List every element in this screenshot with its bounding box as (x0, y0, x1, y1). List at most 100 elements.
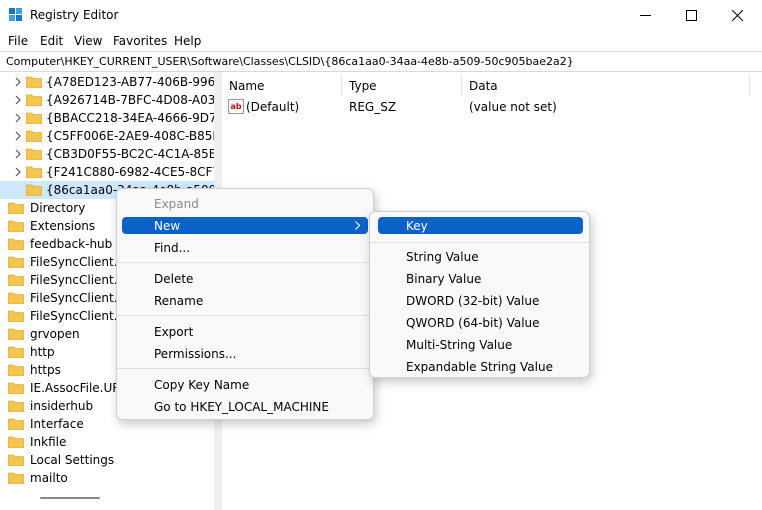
column-header-data[interactable]: Data (469, 79, 498, 93)
chevron-right-icon[interactable] (14, 95, 22, 105)
folder-icon (26, 130, 42, 142)
tree-item-label: {F241C880-6982-4CE5-8CF7- (46, 165, 214, 179)
menu-item-goto-hklm[interactable]: Go to HKEY_LOCAL_MACHINE (122, 398, 368, 415)
address-path[interactable]: Computer\HKEY_CURRENT_USER\Software\Clas… (6, 55, 574, 68)
folder-icon (8, 310, 24, 322)
folder-icon (8, 436, 24, 448)
close-button[interactable] (714, 0, 760, 31)
minimize-button[interactable] (622, 0, 668, 31)
tree-item-label: insiderhub (30, 399, 94, 413)
folder-icon (8, 472, 24, 484)
menu-bar: File Edit View Favorites Help (0, 31, 762, 51)
submenu-item-dword-value[interactable]: DWORD (32-bit) Value (378, 292, 583, 309)
menu-item-export[interactable]: Export (122, 323, 368, 340)
menu-edit[interactable]: Edit (40, 34, 63, 48)
tree-item[interactable]: Local Settings (0, 451, 214, 469)
menu-separator (117, 368, 373, 369)
tree-item[interactable]: {A926714B-7BFC-4D08-A035- (0, 91, 214, 109)
menu-item-rename[interactable]: Rename (122, 292, 368, 309)
folder-icon (8, 274, 24, 286)
menu-favorites[interactable]: Favorites (113, 34, 167, 48)
menu-item-copy-key-name[interactable]: Copy Key Name (122, 376, 368, 393)
tree-item-label: feedback-hub (30, 237, 113, 251)
close-icon (731, 10, 743, 21)
tree-item-label: mailto (30, 471, 68, 485)
tree-item-label: {BBACC218-34EA-4666-9D7A (46, 111, 214, 125)
tree-item-label: FileSyncClient.Fi (30, 309, 127, 323)
column-header-name[interactable]: Name (229, 79, 264, 93)
minimize-icon (639, 15, 651, 16)
tree-item-label: Inkfile (30, 435, 67, 449)
folder-icon (8, 328, 24, 340)
tree-item-label: https (30, 363, 61, 377)
menu-file[interactable]: File (8, 34, 28, 48)
tree-item[interactable]: mailto (0, 469, 214, 487)
tree-item-label: FileSyncClient.Fi (30, 291, 127, 305)
folder-icon (8, 454, 24, 466)
menu-help[interactable]: Help (174, 34, 201, 48)
menu-separator (117, 315, 373, 316)
tree-item-label: Directory (30, 201, 86, 215)
column-divider[interactable] (461, 74, 462, 96)
tree-item-label: {CB3D0F55-BC2C-4C1A-85ED (46, 147, 214, 161)
horizontal-scrollbar[interactable] (40, 497, 100, 499)
tree-item-label: {A926714B-7BFC-4D08-A035- (46, 93, 214, 107)
chevron-right-icon[interactable] (14, 167, 22, 177)
title-bar: Registry Editor (0, 0, 762, 31)
chevron-right-icon[interactable] (14, 131, 22, 141)
tree-item[interactable]: {BBACC218-34EA-4666-9D7A (0, 109, 214, 127)
menu-item-expand[interactable]: Expand (122, 195, 368, 212)
tree-item-label: {C5FF006E-2AE9-408C-B85B- (46, 129, 214, 143)
ab-string-icon: ab (228, 99, 244, 114)
address-bar[interactable]: Computer\HKEY_CURRENT_USER\Software\Clas… (0, 51, 762, 72)
menu-item-delete[interactable]: Delete (122, 270, 368, 287)
value-name: (Default) (246, 100, 300, 114)
tree-item[interactable]: {CB3D0F55-BC2C-4C1A-85ED (0, 145, 214, 163)
submenu-item-qword-value[interactable]: QWORD (64-bit) Value (378, 314, 583, 331)
submenu-item-binary-value[interactable]: Binary Value (378, 270, 583, 287)
menu-item-find[interactable]: Find... (122, 239, 368, 256)
tree-item-label: Extensions (30, 219, 96, 233)
menu-separator (117, 262, 373, 263)
folder-icon (8, 364, 24, 376)
folder-icon (8, 238, 24, 250)
folder-icon (8, 292, 24, 304)
tree-item[interactable]: {A78ED123-AB77-406B-9962- (0, 73, 214, 91)
chevron-right-icon[interactable] (14, 113, 22, 123)
submenu-item-multi-string-value[interactable]: Multi-String Value (378, 336, 583, 353)
context-menu: Expand New Find... Delete Rename Export … (116, 188, 374, 420)
maximize-button[interactable] (668, 0, 714, 31)
tree-item[interactable]: {F241C880-6982-4CE5-8CF7- (0, 163, 214, 181)
folder-icon (26, 112, 42, 124)
folder-icon (26, 166, 42, 178)
column-header-type[interactable]: Type (349, 79, 377, 93)
tree-item-label: {A78ED123-AB77-406B-9962- (46, 75, 214, 89)
menu-view[interactable]: View (74, 34, 102, 48)
tree-item[interactable]: {C5FF006E-2AE9-408C-B85B- (0, 127, 214, 145)
folder-icon (8, 202, 24, 214)
tree-item-label: FileSyncClient.A (30, 273, 126, 287)
value-row[interactable]: ab (Default) REG_SZ (value not set) (222, 98, 762, 116)
value-type: REG_SZ (349, 100, 397, 114)
menu-separator (370, 242, 589, 243)
menu-item-new[interactable]: New (122, 217, 368, 234)
submenu-item-string-value[interactable]: String Value (378, 248, 583, 265)
folder-icon (8, 220, 24, 232)
value-data: (value not set) (469, 100, 557, 114)
submenu-item-expandable-string-value[interactable]: Expandable String Value (378, 358, 583, 375)
folder-icon (8, 346, 24, 358)
submenu-item-key[interactable]: Key (378, 217, 583, 234)
column-divider[interactable] (341, 74, 342, 96)
tree-item-label: http (30, 345, 55, 359)
folder-icon (26, 94, 42, 106)
menu-item-permissions[interactable]: Permissions... (122, 345, 368, 362)
window-title: Registry Editor (30, 8, 119, 22)
chevron-right-icon[interactable] (14, 149, 22, 159)
tree-item-label: Local Settings (30, 453, 115, 467)
tree-item[interactable]: Inkfile (0, 433, 214, 451)
chevron-right-icon[interactable] (14, 77, 22, 87)
submenu-arrow-icon (355, 221, 360, 230)
folder-icon (8, 256, 24, 268)
column-divider[interactable] (749, 74, 750, 96)
folder-icon (26, 184, 42, 196)
